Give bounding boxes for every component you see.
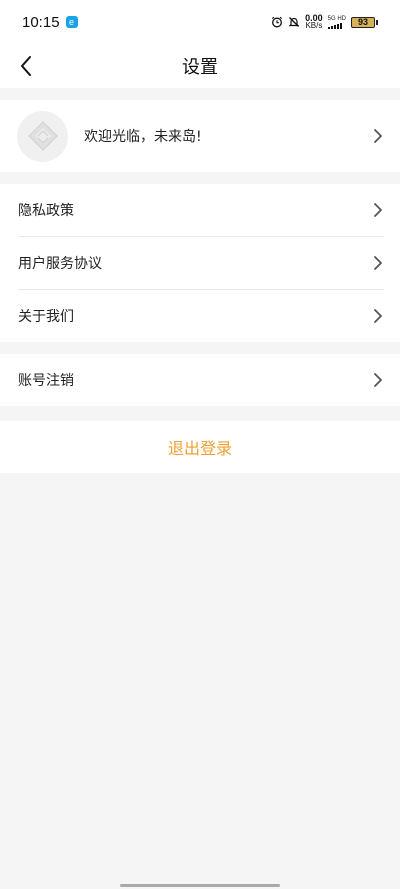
menu-group-1: 隐私政策 用户服务协议 关于我们	[0, 184, 400, 342]
chevron-right-icon	[374, 129, 382, 143]
menu-item-delete-account[interactable]: 账号注销	[0, 354, 400, 406]
signal-indicator: 5G HD	[327, 15, 346, 29]
bell-off-icon	[288, 17, 300, 27]
menu-group-2: 账号注销	[0, 354, 400, 406]
battery-level: 93	[351, 16, 375, 28]
welcome-text: 欢迎光临，未来岛!	[84, 129, 202, 145]
menu-item-label: 账号注销	[18, 373, 74, 389]
top-area: 10:15 e 0.00 KB/s 5G HD 93 设置	[0, 0, 400, 88]
status-bar: 10:15 e 0.00 KB/s 5G HD 93	[0, 0, 400, 44]
chevron-right-icon	[374, 256, 382, 270]
alarm-icon	[271, 16, 283, 28]
menu-item-about-us[interactable]: 关于我们	[0, 290, 400, 342]
app-badge-icon: e	[65, 16, 78, 28]
menu-item-user-agreement[interactable]: 用户服务协议	[0, 237, 400, 289]
battery-icon: 93	[351, 16, 378, 28]
status-right: 0.00 KB/s 5G HD 93	[271, 14, 378, 30]
home-indicator[interactable]	[120, 884, 280, 887]
menu-item-label: 隐私政策	[18, 203, 74, 219]
logout-label: 退出登录	[167, 439, 232, 458]
net-speed-unit: KB/s	[305, 21, 323, 30]
status-left: 10:15 e	[22, 14, 271, 31]
chevron-right-icon	[374, 309, 382, 323]
status-time: 10:15	[22, 13, 60, 31]
page-title: 设置	[182, 57, 218, 78]
chevron-right-icon	[374, 373, 382, 387]
profile-row[interactable]: 欢迎光临，未来岛!	[0, 100, 400, 172]
profile-card: 欢迎光临，未来岛!	[0, 100, 400, 172]
logout-button[interactable]: 退出登录	[0, 421, 400, 473]
default-avatar-icon	[17, 110, 68, 162]
signal-bars-icon	[327, 22, 342, 29]
network-type: 5G HD	[327, 15, 346, 22]
menu-item-label: 用户服务协议	[18, 256, 102, 272]
chevron-left-icon	[21, 56, 31, 76]
nav-header: 设置	[0, 44, 400, 88]
chevron-right-icon	[374, 203, 382, 217]
net-speed: 0.00 KB/s	[305, 14, 323, 30]
back-button[interactable]	[12, 52, 40, 80]
menu-item-label: 关于我们	[18, 309, 74, 325]
menu-item-privacy-policy[interactable]: 隐私政策	[0, 184, 400, 236]
